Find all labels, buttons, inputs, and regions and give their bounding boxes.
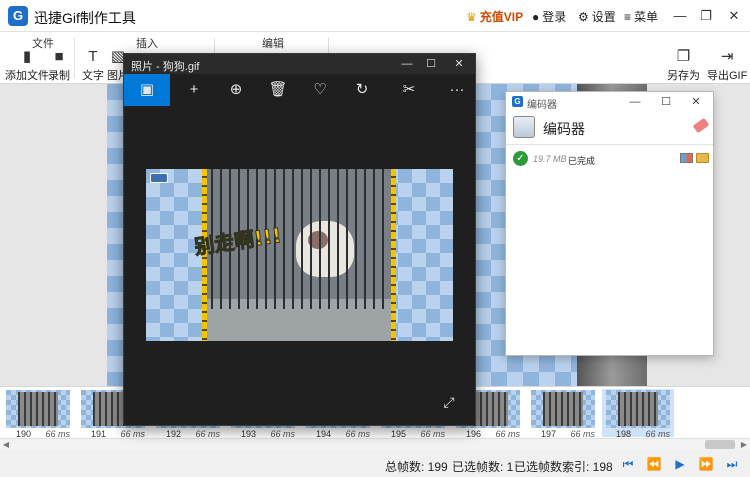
photos-titlebar[interactable]: 照片 - 狗狗.gif — ☐ ✕ — [124, 54, 475, 74]
app-title: 迅捷Gif制作工具 — [34, 10, 136, 26]
frame-thumb[interactable]: 190 66 ms — [2, 389, 74, 439]
photos-close-button[interactable]: ✕ — [449, 56, 469, 72]
crown-icon: ♛ — [466, 10, 477, 24]
previous-frame-icon[interactable]: ⏪ — [646, 457, 662, 471]
selected-frames-text: 已选帧数: 1 — [452, 460, 514, 474]
document-icon: ▮ — [22, 48, 32, 65]
divider — [506, 144, 713, 145]
open-folder-icon[interactable] — [696, 153, 709, 163]
add-icon[interactable]: + — [171, 74, 217, 106]
scrollbar-thumb[interactable] — [705, 440, 735, 449]
user-icon: ● — [532, 10, 540, 24]
camera-icon: ■ — [54, 48, 64, 65]
login-label: 登录 — [542, 10, 567, 24]
save-as-label: 另存为 — [667, 70, 700, 82]
encoder-window-title: 编码器 — [527, 100, 557, 111]
rotate-icon[interactable]: ↻ — [339, 74, 385, 106]
vip-label: 充值VIP — [479, 10, 524, 24]
frame-thumb-image — [531, 390, 595, 428]
save-stack-icon: ❐ — [676, 48, 691, 65]
more-icon[interactable]: ··· — [434, 74, 480, 106]
eraser-icon[interactable] — [692, 117, 710, 134]
ribbon-separator — [74, 38, 75, 78]
next-frame-icon[interactable]: ⏩ — [698, 457, 714, 471]
record-button[interactable]: ■ 录制 — [48, 49, 70, 83]
add-file-label: 添加文件 — [5, 70, 49, 82]
encoder-titlebar[interactable]: G 编码器 — ☐ ✕ — [506, 92, 713, 112]
ribbon-group-insert: 插入 — [136, 38, 158, 50]
fullscreen-icon[interactable]: ⤢ — [441, 394, 457, 410]
add-file-button[interactable]: ▮ 添加文件 — [5, 49, 49, 83]
save-as-button[interactable]: ❐ 另存为 — [667, 49, 700, 83]
encoded-file-size: 19.7 MB — [533, 154, 567, 164]
export-icon: ⇥ — [720, 48, 734, 65]
watermark-badge-icon — [150, 173, 168, 183]
settings-label: 设置 — [591, 10, 616, 24]
encoder-header: 编码器 — [543, 121, 585, 137]
gif-preview-image: 别走啊!!! — [146, 169, 453, 341]
selected-index-text: 已选帧数索引: 198 — [514, 460, 613, 474]
play-icon[interactable]: ▶ — [672, 457, 688, 471]
ribbon-group-edit: 编辑 — [262, 38, 284, 50]
zoom-icon[interactable]: ⊕ — [213, 74, 259, 106]
menu-button[interactable]: ≡ 菜单 — [624, 8, 658, 25]
settings-button[interactable]: ⚙ 设置 — [578, 8, 616, 25]
app-titlebar: G 迅捷Gif制作工具 ♛ 充值VIP ● 登录 ⚙ 设置 ≡ 菜单 — ❐ ✕ — [0, 0, 750, 32]
first-frame-icon[interactable]: ⏮ — [620, 457, 636, 471]
scroll-left-icon[interactable]: ◀ — [0, 439, 12, 450]
frame-thumb-selected[interactable]: 198 66 ms — [602, 389, 674, 439]
filmstrip-scrollbar[interactable]: ◀ ▶ — [0, 438, 750, 450]
app-logo-icon: G — [8, 6, 28, 26]
scroll-right-icon[interactable]: ▶ — [738, 439, 750, 450]
text-label: 文字 — [82, 70, 104, 82]
favorite-icon[interactable]: ♡ — [297, 74, 343, 106]
text-button[interactable]: T 文字 — [82, 49, 104, 83]
text-icon: T — [88, 48, 98, 65]
gear-icon: ⚙ — [578, 10, 589, 24]
frame-thumb[interactable]: 197 66 ms — [527, 389, 599, 439]
view-image-icon[interactable]: ▣ — [124, 74, 170, 106]
encoder-window: G 编码器 — ☐ ✕ 编码器 ✓ 19.7 MB 已完成 — [505, 91, 714, 356]
encoder-maximize-button[interactable]: ☐ — [656, 94, 676, 110]
login-button[interactable]: ● 登录 — [532, 8, 566, 25]
hamburger-icon: ≡ — [624, 10, 632, 24]
encoder-logo-icon: G — [512, 96, 523, 107]
delete-icon[interactable]: 🗑 — [255, 74, 301, 106]
photos-toolbar: ▣ + ⊕ 🗑 ♡ ↻ ✂ ··· — [124, 74, 475, 106]
photos-maximize-button[interactable]: ☐ — [421, 56, 441, 72]
photos-viewer-window: 照片 - 狗狗.gif — ☐ ✕ ▣ + ⊕ 🗑 ♡ ↻ ✂ ··· 别走啊!… — [123, 53, 476, 426]
frame-thumb-image — [6, 390, 70, 428]
encoder-app-icon — [513, 116, 535, 138]
status-bar: 总帧数: 199 已选帧数: 1 已选帧数索引: 198 ⏮ ⏪ ▶ ⏩ ⏭ — [0, 450, 750, 477]
export-gif-button[interactable]: ⇥ 导出GIF — [707, 49, 747, 83]
frame-thumb-image — [606, 390, 670, 428]
record-label: 录制 — [48, 70, 70, 82]
check-icon: ✓ — [513, 151, 528, 166]
encoder-minimize-button[interactable]: — — [625, 94, 645, 110]
edit-icon[interactable]: ✂ — [386, 74, 432, 106]
menu-label: 菜单 — [634, 10, 659, 24]
export-gif-label: 导出GIF — [707, 70, 748, 82]
photos-title: 照片 - 狗狗.gif — [131, 61, 200, 73]
warning-stripe — [391, 169, 396, 341]
app-restore-button[interactable]: ❐ — [696, 6, 716, 26]
encode-status: 已完成 — [568, 156, 596, 166]
app-close-button[interactable]: ✕ — [724, 6, 744, 26]
last-frame-icon[interactable]: ⏭ — [724, 457, 740, 471]
open-file-icon[interactable] — [680, 153, 693, 163]
vip-button[interactable]: ♛ 充值VIP — [466, 8, 523, 25]
total-frames-text: 总帧数: 199 — [385, 460, 448, 474]
app-minimize-button[interactable]: — — [670, 6, 690, 26]
photos-minimize-button[interactable]: — — [397, 56, 417, 72]
encoder-close-button[interactable]: ✕ — [686, 94, 706, 110]
